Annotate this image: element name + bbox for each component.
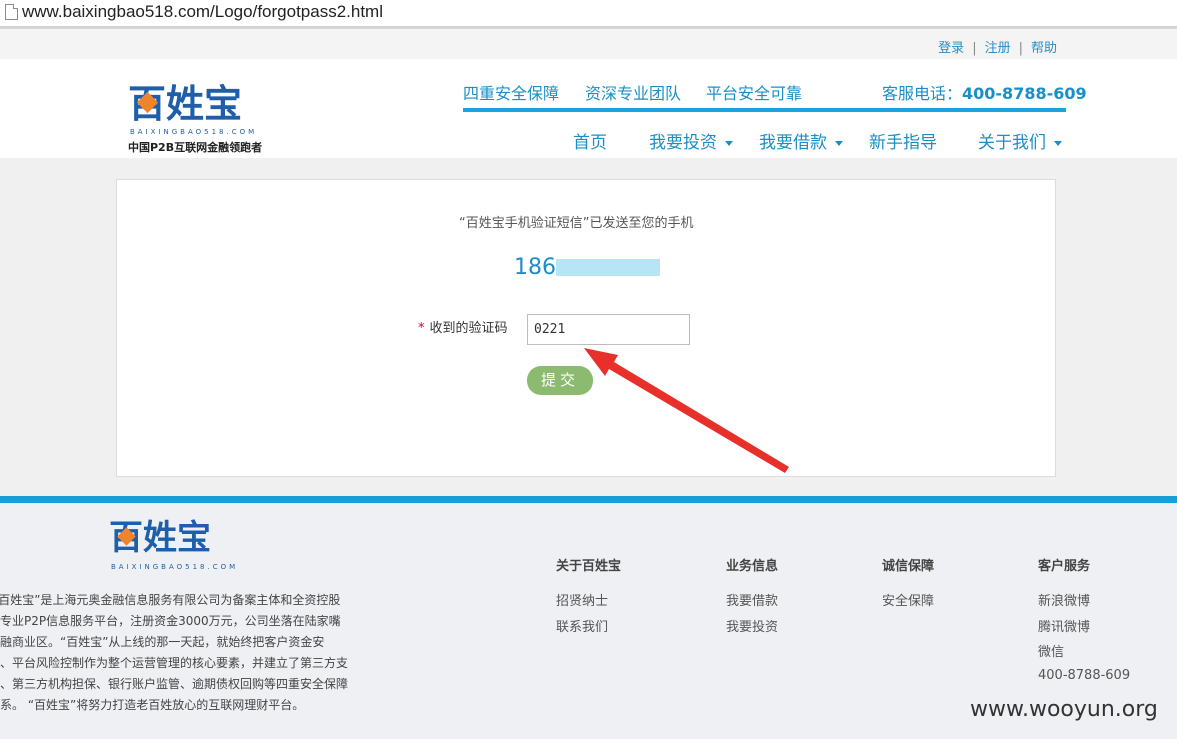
chevron-down-icon	[835, 140, 843, 146]
arrow-shape	[584, 348, 789, 473]
nav-invest[interactable]: 我要投资	[649, 128, 733, 153]
help-link[interactable]: 帮助	[1031, 41, 1057, 56]
logo-slogan: 中国P2B互联网金融领跑者	[128, 141, 263, 154]
feature-link-security[interactable]: 四重安全保障	[463, 80, 559, 104]
about-line: 付、第三方机构担保、银行账户监管、逾期债权回购等四重安全保障	[0, 677, 349, 691]
url-text[interactable]: www.baixingbao518.com/Logo/forgotpass2.h…	[22, 2, 383, 22]
about-line: 体系。 “百姓宝”将努力打造老百姓放心的互联网理财平台。	[0, 698, 305, 712]
site-logo[interactable]: 百姓宝 BAIXINGBAO518.COM 中国P2B互联网金融领跑者	[128, 82, 268, 154]
feature-nav: 四重安全保障 资深专业团队 平台安全可靠 客服电话：400-8788-609	[463, 80, 1087, 104]
page-icon	[5, 4, 18, 20]
footer-logo[interactable]: 百姓宝 BAIXINGBAO518.COM	[109, 518, 239, 578]
code-label-text: 收到的验证码	[429, 321, 508, 336]
footer-col-title: 业务信息	[726, 559, 779, 574]
footer-hotline: 400-8788-609	[1038, 668, 1131, 683]
feature-link-platform[interactable]: 平台安全可靠	[706, 80, 802, 104]
hotline: 客服电话：400-8788-609	[882, 80, 1087, 104]
footer-link-wechat[interactable]: 微信	[1038, 641, 1130, 664]
footer-link-safety[interactable]: 安全保障	[882, 589, 934, 615]
footer-col-about: 关于百姓宝 招贤纳士 联系我们	[556, 555, 621, 641]
main-nav: 首页 我要投资 我要借款 新手指导 关于我们	[463, 128, 1073, 153]
nav-borrow[interactable]: 我要借款	[759, 128, 843, 153]
footer-top-line	[0, 496, 1177, 503]
divider: |	[972, 41, 977, 56]
hotline-number: 400-8788-609	[962, 84, 1087, 103]
login-link[interactable]: 登录	[938, 41, 964, 56]
address-bar[interactable]: www.baixingbao518.com/Logo/forgotpass2.h…	[0, 0, 1177, 27]
nav-about[interactable]: 关于我们	[978, 128, 1062, 153]
hotline-label: 客服电话：	[882, 84, 963, 103]
company-description: “百姓宝”是上海元奥金融信息服务有限公司为备案主体和全资控股 的专业P2P信息服…	[0, 590, 354, 716]
footer-col-title: 客户服务	[1038, 559, 1091, 574]
logo-domain: BAIXINGBAO518.COM	[130, 128, 258, 136]
code-label: * 收到的验证码	[418, 317, 508, 336]
phone-number: 186	[514, 255, 556, 280]
nav-guide-label: 新手指导	[869, 133, 937, 153]
footer-col-business: 业务信息 我要借款 我要投资	[726, 555, 778, 641]
top-utility-bar: 登录 | 注册 | 帮助	[0, 29, 1177, 59]
phone-mask	[556, 259, 660, 276]
divider: |	[1018, 41, 1023, 56]
nav-divider	[463, 108, 1066, 112]
nav-home-label: 首页	[573, 133, 607, 153]
required-mark: *	[418, 321, 425, 336]
annotation-arrow	[584, 348, 789, 473]
footer-logo-domain: BAIXINGBAO518.COM	[111, 563, 239, 571]
footer-link-borrow[interactable]: 我要借款	[726, 589, 778, 615]
nav-guide[interactable]: 新手指导	[869, 128, 937, 153]
register-link[interactable]: 注册	[985, 41, 1011, 56]
about-line: 的专业P2P信息服务平台，注册资金3000万元，公司坐落在陆家嘴	[0, 614, 341, 628]
footer-col-trust: 诚信保障 安全保障	[882, 555, 934, 615]
footer-link-invest[interactable]: 我要投资	[726, 615, 778, 641]
sms-sent-text: “百姓宝手机验证短信”已发送至您的手机	[459, 216, 694, 231]
footer-col-service: 客户服务 新浪微博 腾讯微博 微信 400-8788-609	[1038, 555, 1130, 687]
about-line: 全、平台风险控制作为整个运营管理的核心要素，并建立了第三方支	[0, 656, 349, 670]
nav-invest-label: 我要投资	[649, 133, 717, 153]
chevron-down-icon	[725, 140, 733, 146]
nav-about-label: 关于我们	[978, 133, 1046, 153]
watermark: www.wooyun.org	[970, 697, 1158, 722]
footer-link-contact[interactable]: 联系我们	[556, 615, 621, 641]
feature-link-team[interactable]: 资深专业团队	[585, 80, 681, 104]
nav-borrow-label: 我要借款	[759, 133, 827, 153]
footer-link-careers[interactable]: 招贤纳士	[556, 589, 621, 615]
chevron-down-icon	[1054, 140, 1062, 146]
footer-col-title: 诚信保障	[882, 559, 935, 574]
footer-link-tencent-weibo[interactable]: 腾讯微博	[1038, 615, 1130, 641]
footer-col-title: 关于百姓宝	[556, 559, 622, 574]
about-line: 金融商业区。“百姓宝”从上线的那一天起，就始终把客户资金安	[0, 635, 325, 649]
top-links: 登录 | 注册 | 帮助	[938, 37, 1057, 56]
about-line: “百姓宝”是上海元奥金融信息服务有限公司为备案主体和全资控股	[0, 593, 341, 607]
nav-home[interactable]: 首页	[573, 128, 607, 153]
footer-link-sina-weibo[interactable]: 新浪微博	[1038, 589, 1130, 615]
